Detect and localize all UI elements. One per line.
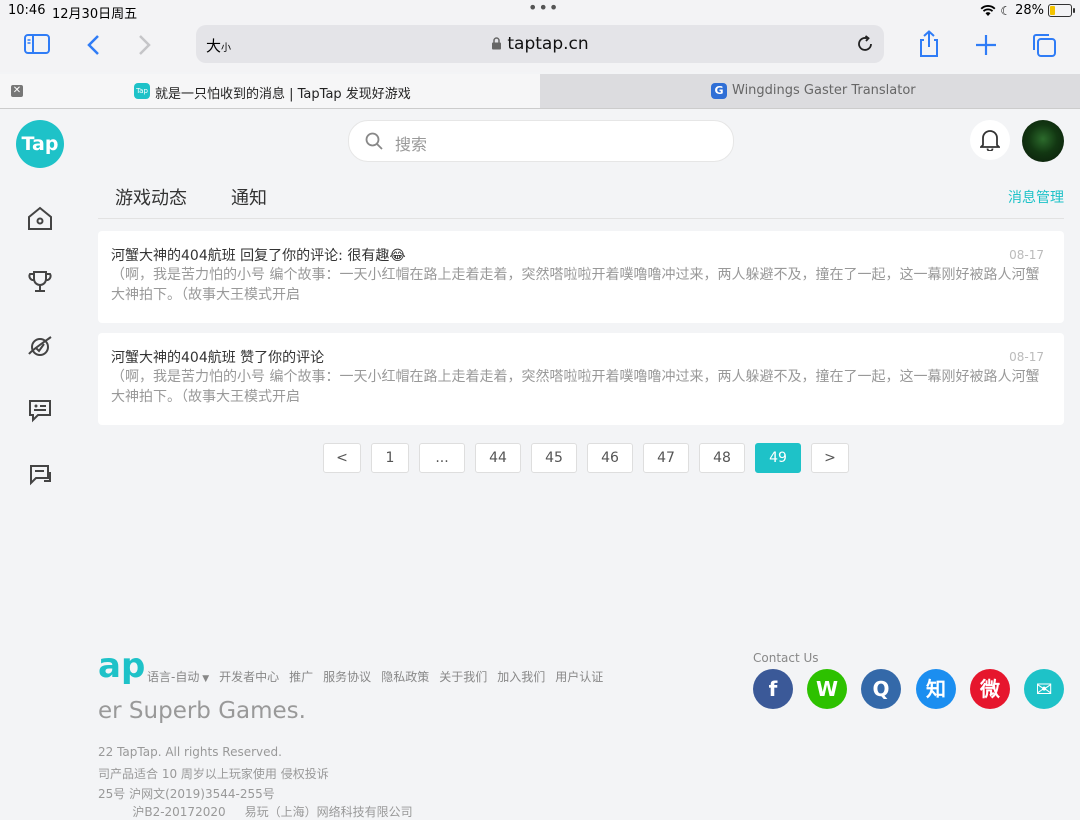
tab-taptap[interactable]: ✕ Tap 就是一只怕收到的消息 | TapTap 发现好游戏 — [0, 74, 540, 108]
tab-title: Wingdings Gaster Translator — [732, 83, 916, 98]
next-page-button[interactable]: > — [811, 443, 849, 473]
message-card[interactable]: 河蟹大神的404航班 回复了你的评论: 很有趣😂 08-17 （啊，我是苦力怕的… — [98, 231, 1064, 323]
explore-planet-icon[interactable] — [24, 330, 56, 362]
footer-link-about[interactable]: 关于我们 — [439, 668, 487, 685]
tab-notifications[interactable]: 通知 — [231, 184, 267, 210]
search-icon — [365, 132, 383, 150]
tab-bar: ✕ Tap 就是一只怕收到的消息 | TapTap 发现好游戏 G Wingdi… — [0, 74, 1080, 109]
message-bubble-icon[interactable] — [24, 458, 56, 490]
battery-icon — [1048, 4, 1075, 17]
footer-link-terms[interactable]: 服务协议 — [323, 668, 371, 685]
footer-copyright: 22 TapTap. All rights Reserved. — [98, 745, 282, 759]
pagination: < 1 ... 44 45 46 47 48 49 > — [323, 443, 849, 473]
battery-percent: 28% — [1015, 3, 1044, 18]
avatar[interactable] — [1022, 120, 1064, 162]
footer-age-notice: 司产品适合 10 周岁以上玩家使用 侵权投诉 — [98, 767, 329, 781]
chat-card-icon[interactable] — [24, 394, 56, 426]
footer-logo: ap — [98, 646, 146, 686]
footer-slogan: er Superb Games. — [98, 698, 306, 724]
footer-license: 25号 沪网文(2019)3544-255号 — [98, 787, 275, 801]
tab-game-news[interactable]: 游戏动态 — [115, 184, 187, 210]
weibo-icon[interactable]: 微 — [970, 669, 1010, 709]
url-text: taptap.cn — [507, 34, 589, 54]
caret-down-icon: ▼ — [199, 674, 210, 684]
gaster-favicon-icon: G — [711, 83, 727, 99]
message-title: 河蟹大神的404航班 回复了你的评论: 很有趣😂 — [111, 248, 406, 264]
search-box[interactable]: 搜索 — [348, 120, 734, 162]
search-placeholder: 搜索 — [395, 135, 428, 154]
moon-icon: ☾ — [1000, 3, 1012, 18]
url-display[interactable]: taptap.cn — [196, 34, 884, 54]
status-date: 12月30日周五 — [52, 7, 138, 22]
wifi-icon — [980, 4, 996, 16]
trophy-icon[interactable] — [24, 266, 56, 298]
share-icon[interactable] — [918, 30, 940, 58]
prev-page-button[interactable]: < — [323, 443, 361, 473]
page-button[interactable]: 46 — [587, 443, 633, 473]
message-card[interactable]: 河蟹大神的404航班 赞了你的评论 08-17 （啊，我是苦力怕的小号 编个故事… — [98, 333, 1064, 425]
address-bar[interactable]: 大小 taptap.cn — [196, 25, 884, 63]
status-bar: 10:46 12月30日周五 ••• ☾ 28% — [0, 0, 1080, 22]
message-date: 08-17 — [1009, 248, 1044, 262]
email-icon[interactable]: ✉ — [1024, 669, 1064, 709]
facebook-icon[interactable]: f — [753, 669, 793, 709]
message-management-link[interactable]: 消息管理 — [1008, 187, 1064, 207]
bell-icon — [980, 130, 1000, 151]
footer-link-jobs[interactable]: 加入我们 — [497, 668, 545, 685]
back-icon[interactable] — [86, 34, 100, 56]
status-time: 10:46 — [8, 3, 46, 18]
page-button[interactable]: 48 — [699, 443, 745, 473]
wechat-icon[interactable]: W — [807, 669, 847, 709]
divider — [98, 218, 1064, 219]
footer-links: 语言-自动 ▼ 开发者中心 推广 服务协议 隐私政策 关于我们 加入我们 用户认… — [147, 668, 603, 685]
status-indicators: ☾ 28% — [980, 3, 1075, 18]
contact-us-label: Contact Us — [753, 651, 819, 665]
notifications-button[interactable] — [970, 120, 1010, 160]
multitasking-dots-icon[interactable]: ••• — [528, 0, 559, 17]
tabs-overview-icon[interactable] — [1031, 32, 1057, 58]
forward-icon[interactable] — [138, 34, 152, 56]
language-selector[interactable]: 语言-自动 ▼ — [147, 668, 209, 685]
new-tab-icon[interactable] — [975, 34, 997, 56]
reload-icon[interactable] — [856, 35, 874, 53]
page-ellipsis-button[interactable]: ... — [419, 443, 465, 473]
page-button[interactable]: 47 — [643, 443, 689, 473]
tab-title: 就是一只怕收到的消息 | TapTap 发现好游戏 — [155, 87, 411, 102]
lock-icon — [492, 37, 502, 50]
zhihu-icon[interactable]: 知 — [916, 669, 956, 709]
footer-company: 沪B2-20172020 易玩（上海）网络科技有限公司 — [98, 805, 413, 819]
page-button[interactable]: 45 — [531, 443, 577, 473]
message-body: （啊，我是苦力怕的小号 编个故事：一天小红帽在路上走着走着，突然嗒啦啦开着噗噜噜… — [111, 369, 1040, 405]
message-body: （啊，我是苦力怕的小号 编个故事：一天小红帽在路上走着走着，突然嗒啦啦开着噗噜噜… — [111, 267, 1040, 303]
current-page-button[interactable]: 49 — [755, 443, 801, 473]
footer-link-promotion[interactable]: 推广 — [289, 668, 313, 685]
footer-link-developer[interactable]: 开发者中心 — [219, 668, 279, 685]
footer-link-privacy[interactable]: 隐私政策 — [381, 668, 429, 685]
message-title: 河蟹大神的404航班 赞了你的评论 — [111, 350, 325, 366]
page-button[interactable]: 44 — [475, 443, 521, 473]
page-button[interactable]: 1 — [371, 443, 409, 473]
home-icon[interactable] — [24, 202, 56, 234]
sidebar-toggle-icon[interactable] — [24, 34, 50, 54]
footer-link-verification[interactable]: 用户认证 — [555, 668, 603, 685]
message-date: 08-17 — [1009, 350, 1044, 364]
tab-close-icon[interactable]: ✕ — [11, 85, 23, 97]
taptap-favicon-icon: Tap — [134, 83, 150, 99]
qq-icon[interactable]: Q — [861, 669, 901, 709]
taptap-logo[interactable]: Tap — [16, 120, 64, 168]
tab-wingdings[interactable]: G Wingdings Gaster Translator — [540, 74, 1080, 108]
